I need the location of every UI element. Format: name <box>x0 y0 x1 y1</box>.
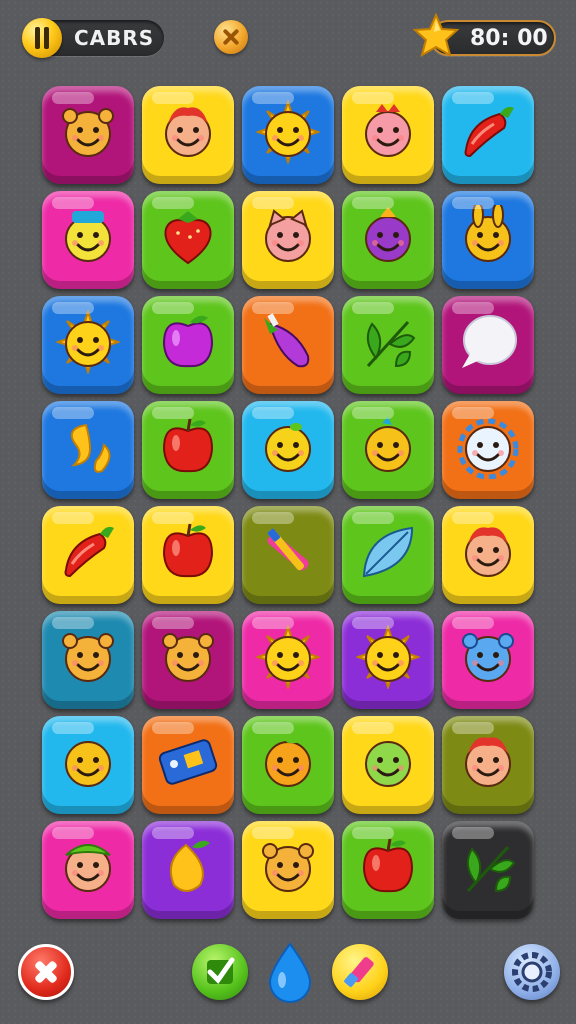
board-tile[interactable] <box>42 191 134 289</box>
bear-face-icon <box>62 633 114 682</box>
board-tile[interactable] <box>42 506 134 604</box>
chick-face-icon <box>365 417 411 472</box>
leaf-icon <box>362 526 414 578</box>
phone-icon <box>158 739 218 785</box>
board-tile[interactable] <box>442 296 534 394</box>
board-tile[interactable] <box>242 716 334 814</box>
eggplant-icon <box>264 313 310 368</box>
sun-icon <box>256 625 320 689</box>
bunny-face-icon <box>465 205 511 262</box>
board-tile[interactable] <box>342 506 434 604</box>
paint-button[interactable] <box>332 944 388 1000</box>
board-tile[interactable] <box>242 86 334 184</box>
board-tile[interactable] <box>42 716 134 814</box>
sun-icon <box>356 625 420 689</box>
speech-bubble-icon <box>462 315 517 368</box>
board-tile[interactable] <box>42 401 134 499</box>
redhead-face-icon <box>465 527 511 577</box>
board-tile[interactable] <box>442 611 534 709</box>
board-tile[interactable] <box>342 401 434 499</box>
board-tile[interactable] <box>242 401 334 499</box>
water-drop-icon <box>268 942 312 1003</box>
coin-icon <box>22 18 62 58</box>
settings-button[interactable] <box>504 944 560 1000</box>
board-tile[interactable] <box>342 716 434 814</box>
board-tile[interactable] <box>442 821 534 919</box>
green-blob-icon <box>365 741 411 787</box>
apple-icon <box>362 838 414 893</box>
leaf-branch-icon <box>366 320 416 368</box>
blue-bear-icon <box>462 633 514 682</box>
board-tile[interactable] <box>42 821 134 919</box>
board-tile[interactable] <box>42 86 134 184</box>
water-drop-button[interactable] <box>264 940 316 1004</box>
bear-face-icon <box>162 633 214 682</box>
close-button[interactable] <box>18 944 74 1000</box>
board-tile[interactable] <box>442 401 534 499</box>
board-tile[interactable] <box>142 611 234 709</box>
close-token-icon[interactable] <box>214 20 248 54</box>
cat-face-icon <box>265 209 311 262</box>
board-tile[interactable] <box>42 296 134 394</box>
board-tile[interactable] <box>142 506 234 604</box>
paint-tube-icon <box>344 957 374 987</box>
board-tile[interactable] <box>142 86 234 184</box>
mango-icon <box>170 840 210 892</box>
board-tile[interactable] <box>242 506 334 604</box>
star-icon <box>412 12 460 58</box>
board-tile[interactable] <box>242 191 334 289</box>
board-tile[interactable] <box>142 821 234 919</box>
board-tile[interactable] <box>342 821 434 919</box>
board-tile[interactable] <box>142 296 234 394</box>
player-label: CABRS <box>74 26 155 50</box>
board-tile[interactable] <box>442 191 534 289</box>
board-tile[interactable] <box>142 716 234 814</box>
plum-icon <box>162 315 214 368</box>
board-tile[interactable] <box>142 191 234 289</box>
board-tile[interactable] <box>242 611 334 709</box>
snowflake-face-icon <box>457 418 519 479</box>
strawberry-icon <box>164 211 212 265</box>
board-tile[interactable] <box>442 506 534 604</box>
lemon-face-icon <box>265 423 311 472</box>
board-tile[interactable] <box>342 191 434 289</box>
player-pill[interactable]: CABRS <box>22 18 164 58</box>
board-tile[interactable] <box>342 296 434 394</box>
board-tile[interactable] <box>242 821 334 919</box>
check-button[interactable] <box>192 944 248 1000</box>
chili-pepper-icon <box>464 106 514 158</box>
sun-icon <box>256 100 320 164</box>
smiley-face-icon <box>65 741 111 787</box>
apple-icon <box>162 418 214 473</box>
apple-icon <box>162 523 214 578</box>
purple-monster-icon <box>365 207 411 262</box>
leaf-hat-face-icon <box>65 844 111 892</box>
board-tile[interactable] <box>42 611 134 709</box>
crossed-brushes-icon <box>267 528 309 571</box>
redhead-face-icon <box>165 107 211 157</box>
chili-pepper-icon <box>64 526 114 578</box>
hat-face-icon <box>65 211 111 262</box>
orange-face-icon <box>265 734 311 787</box>
swirl-icon <box>70 423 111 473</box>
board-tile[interactable] <box>142 401 234 499</box>
timer-value: 80: 00 <box>470 26 548 51</box>
check-icon <box>207 957 235 984</box>
redhead-face-icon <box>465 737 511 787</box>
game-board <box>40 86 540 926</box>
board-tile[interactable] <box>442 716 534 814</box>
bear-face-icon <box>62 108 114 157</box>
board-tile[interactable] <box>242 296 334 394</box>
sun-icon <box>56 310 120 374</box>
bear-face-icon <box>262 843 314 892</box>
leaf-branch-icon <box>466 845 516 893</box>
board-tile[interactable] <box>442 86 534 184</box>
board-tile[interactable] <box>342 611 434 709</box>
top-bar: CABRS 80: 00 <box>0 0 576 80</box>
gear-icon <box>512 952 552 992</box>
pink-face-icon <box>365 104 411 157</box>
board-tile[interactable] <box>342 86 434 184</box>
